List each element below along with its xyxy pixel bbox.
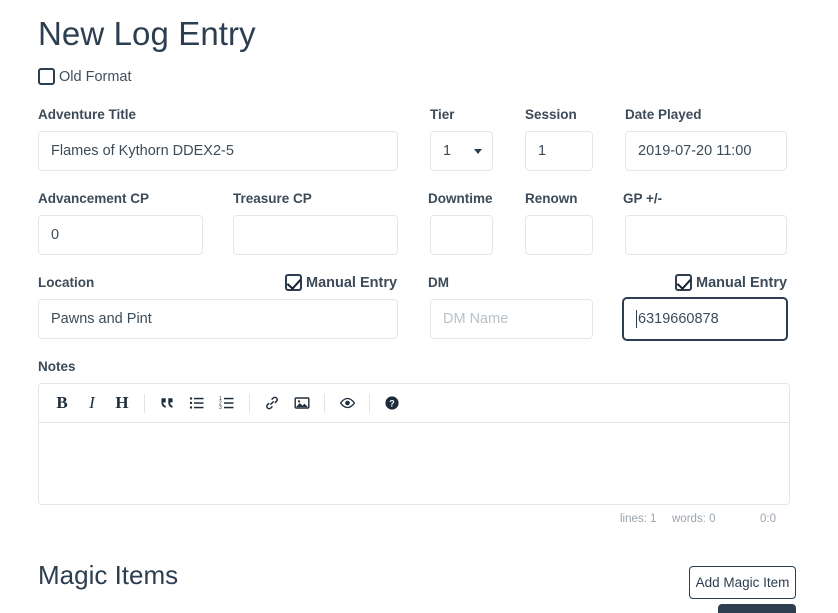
- date-played-input[interactable]: 2019-07-20 11:00: [625, 131, 787, 171]
- italic-icon[interactable]: I: [77, 388, 107, 418]
- bold-icon[interactable]: B: [47, 388, 77, 418]
- session-label: Session: [525, 107, 577, 122]
- dm-id-value: 6319660878: [638, 311, 719, 327]
- quote-icon[interactable]: [152, 388, 182, 418]
- old-format-checkbox[interactable]: [38, 68, 55, 85]
- toolbar-divider: [324, 393, 325, 413]
- old-format-checkbox-row[interactable]: Old Format: [38, 68, 132, 85]
- advancement-cp-label: Advancement CP: [38, 191, 150, 206]
- renown-label: Renown: [525, 191, 578, 206]
- unordered-list-icon[interactable]: [182, 388, 212, 418]
- tier-select-value: 1: [443, 143, 452, 159]
- date-played-label: Date Played: [625, 107, 702, 122]
- advancement-cp-input[interactable]: 0: [38, 215, 203, 255]
- new-log-entry-page: New Log Entry Old Format Adventure Title…: [0, 0, 838, 613]
- location-input[interactable]: Pawns and Pint: [38, 299, 398, 339]
- treasure-cp-label: Treasure CP: [233, 191, 312, 206]
- session-input[interactable]: 1: [525, 131, 593, 171]
- toolbar-divider: [144, 393, 145, 413]
- svg-text:3: 3: [219, 405, 222, 411]
- dm-id-input[interactable]: 6319660878: [622, 297, 788, 341]
- tier-select[interactable]: 1: [430, 131, 493, 171]
- dm-name-input[interactable]: DM Name: [430, 299, 593, 339]
- toolbar-divider: [369, 393, 370, 413]
- add-magic-item-button[interactable]: Add Magic Item: [689, 566, 796, 599]
- notes-status-lines: lines: 1: [620, 513, 657, 525]
- downtime-input[interactable]: [430, 215, 493, 255]
- ordered-list-icon[interactable]: 1 2 3: [212, 388, 242, 418]
- adventure-title-input[interactable]: Flames of Kythorn DDEX2-5: [38, 131, 398, 171]
- notes-label: Notes: [38, 359, 76, 374]
- renown-input[interactable]: [525, 215, 593, 255]
- magic-items-title: Magic Items: [38, 560, 179, 590]
- page-title: New Log Entry: [38, 15, 256, 52]
- svg-text:?: ?: [389, 398, 395, 408]
- location-manual-entry-row[interactable]: Manual Entry: [285, 274, 397, 291]
- treasure-cp-input[interactable]: [233, 215, 398, 255]
- primary-action-button[interactable]: [718, 604, 796, 613]
- dm-manual-entry-label: Manual Entry: [696, 274, 788, 291]
- old-format-label: Old Format: [59, 68, 132, 85]
- chevron-down-icon: [474, 149, 482, 154]
- adventure-title-label: Adventure Title: [38, 107, 137, 122]
- dm-label: DM: [428, 275, 449, 290]
- link-icon[interactable]: [257, 388, 287, 418]
- image-icon[interactable]: [287, 388, 317, 418]
- dm-manual-entry-checkbox[interactable]: [675, 274, 692, 291]
- text-caret: [636, 310, 637, 328]
- location-label: Location: [38, 275, 95, 290]
- location-manual-entry-checkbox[interactable]: [285, 274, 302, 291]
- location-manual-entry-label: Manual Entry: [306, 274, 398, 291]
- tier-label: Tier: [430, 107, 455, 122]
- gp-label: GP +/-: [623, 191, 663, 206]
- toolbar-divider: [249, 393, 250, 413]
- notes-toolbar: B I H 1 2 3 ?: [39, 384, 789, 423]
- preview-eye-icon[interactable]: [332, 388, 362, 418]
- downtime-label: Downtime: [428, 191, 493, 206]
- help-icon[interactable]: ?: [377, 388, 407, 418]
- gp-input[interactable]: [625, 215, 787, 255]
- notes-status-cursor: 0:0: [760, 513, 776, 525]
- notes-editor: B I H 1 2 3 ?: [38, 383, 790, 505]
- notes-status-words: words: 0: [672, 513, 716, 525]
- notes-textarea[interactable]: [39, 423, 789, 488]
- heading-icon[interactable]: H: [107, 388, 137, 418]
- dm-manual-entry-row[interactable]: Manual Entry: [675, 274, 787, 291]
